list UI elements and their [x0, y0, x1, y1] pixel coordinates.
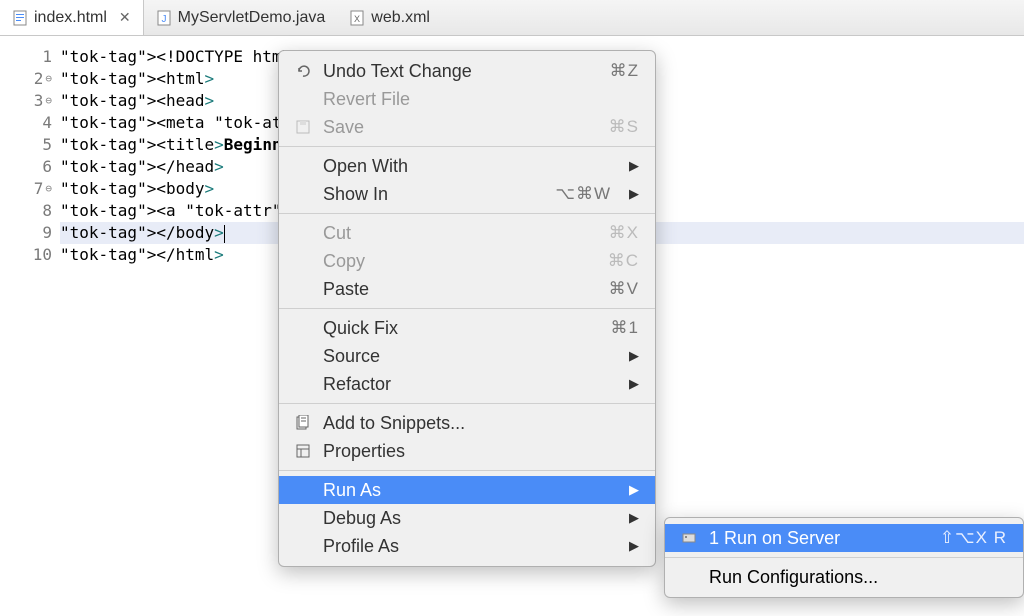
line-gutter: 12⊖3⊖4567⊖8910	[0, 46, 60, 616]
submenu-run-config[interactable]: Run Configurations...	[665, 563, 1023, 591]
run-as-submenu: 1 Run on Server ⇧⌥X R Run Configurations…	[664, 517, 1024, 598]
submenu-arrow-icon: ▶	[629, 186, 639, 202]
line-number: 10	[0, 244, 52, 266]
svg-text:J: J	[161, 14, 166, 25]
menu-label: Source	[323, 346, 611, 367]
menu-show-in[interactable]: Show In ⌥⌘W ▶	[279, 180, 655, 208]
submenu-arrow-icon: ▶	[629, 348, 639, 364]
menu-label: Cut	[323, 223, 599, 244]
close-icon[interactable]: ✕	[119, 9, 131, 26]
menu-separator	[279, 470, 655, 471]
line-number: 3⊖	[0, 90, 52, 112]
menu-open-with[interactable]: Open With ▶	[279, 152, 655, 180]
shortcut: ⌘V	[609, 279, 639, 299]
menu-source[interactable]: Source ▶	[279, 342, 655, 370]
svg-text:X: X	[354, 14, 360, 24]
menu-debug-as[interactable]: Debug As ▶	[279, 504, 655, 532]
menu-label: Revert File	[323, 89, 639, 110]
line-number: 1	[0, 46, 52, 68]
menu-label: Show In	[323, 184, 545, 205]
menu-label: Paste	[323, 279, 599, 300]
line-number: 6	[0, 156, 52, 178]
submenu-arrow-icon: ▶	[629, 376, 639, 392]
menu-snippets[interactable]: Add to Snippets...	[279, 409, 655, 437]
menu-label: Undo Text Change	[323, 61, 600, 82]
shortcut: ⌘S	[609, 117, 639, 137]
properties-icon	[293, 443, 313, 459]
save-icon	[293, 119, 313, 135]
line-number: 2⊖	[0, 68, 52, 90]
editor-tabs: index.html ✕ J MyServletDemo.java X web.…	[0, 0, 1024, 36]
menu-separator	[665, 557, 1023, 558]
line-number: 5	[0, 134, 52, 156]
file-xml-icon: X	[349, 10, 365, 26]
menu-run-as[interactable]: Run As ▶	[279, 476, 655, 504]
snippets-icon	[293, 415, 313, 431]
context-menu: Undo Text Change ⌘Z Revert File Save ⌘S …	[278, 50, 656, 567]
menu-refactor[interactable]: Refactor ▶	[279, 370, 655, 398]
submenu-arrow-icon: ▶	[629, 158, 639, 174]
menu-separator	[279, 308, 655, 309]
shortcut: ⌘C	[608, 251, 639, 271]
menu-paste[interactable]: Paste ⌘V	[279, 275, 655, 303]
line-number: 8	[0, 200, 52, 222]
menu-label: Debug As	[323, 508, 611, 529]
line-number: 9	[0, 222, 52, 244]
shortcut: ⌘1	[611, 318, 639, 338]
submenu-run-on-server[interactable]: 1 Run on Server ⇧⌥X R	[665, 524, 1023, 552]
tab-myservletdemo[interactable]: J MyServletDemo.java	[144, 0, 338, 35]
submenu-label: Run Configurations...	[709, 567, 1007, 588]
submenu-arrow-icon: ▶	[629, 538, 639, 554]
menu-undo[interactable]: Undo Text Change ⌘Z	[279, 57, 655, 85]
menu-label: Run As	[323, 480, 611, 501]
submenu-arrow-icon: ▶	[629, 510, 639, 526]
tab-index-html[interactable]: index.html ✕	[0, 0, 144, 35]
shortcut: ⌘Z	[610, 61, 639, 81]
submenu-label: 1 Run on Server	[709, 528, 930, 549]
shortcut: ⇧⌥X R	[940, 528, 1007, 548]
menu-save[interactable]: Save ⌘S	[279, 113, 655, 141]
tab-web-xml[interactable]: X web.xml	[337, 0, 442, 35]
file-java-icon: J	[156, 10, 172, 26]
tab-label: web.xml	[371, 9, 430, 27]
menu-copy[interactable]: Copy ⌘C	[279, 247, 655, 275]
menu-quick-fix[interactable]: Quick Fix ⌘1	[279, 314, 655, 342]
menu-label: Open With	[323, 156, 611, 177]
undo-icon	[293, 63, 313, 80]
tab-label: MyServletDemo.java	[178, 9, 326, 27]
menu-profile-as[interactable]: Profile As ▶	[279, 532, 655, 560]
server-icon	[679, 530, 699, 546]
submenu-arrow-icon: ▶	[629, 482, 639, 498]
menu-revert[interactable]: Revert File	[279, 85, 655, 113]
menu-label: Quick Fix	[323, 318, 601, 339]
menu-separator	[279, 146, 655, 147]
menu-label: Properties	[323, 441, 639, 462]
line-number: 4	[0, 112, 52, 134]
menu-label: Refactor	[323, 374, 611, 395]
menu-label: Save	[323, 117, 599, 138]
menu-separator	[279, 403, 655, 404]
menu-label: Add to Snippets...	[323, 413, 639, 434]
menu-properties[interactable]: Properties	[279, 437, 655, 465]
tab-label: index.html	[34, 9, 107, 27]
shortcut: ⌘X	[609, 223, 639, 243]
shortcut: ⌥⌘W	[555, 184, 611, 204]
menu-separator	[279, 213, 655, 214]
menu-label: Copy	[323, 251, 598, 272]
line-number: 7⊖	[0, 178, 52, 200]
menu-cut[interactable]: Cut ⌘X	[279, 219, 655, 247]
file-html-icon	[12, 10, 28, 26]
menu-label: Profile As	[323, 536, 611, 557]
